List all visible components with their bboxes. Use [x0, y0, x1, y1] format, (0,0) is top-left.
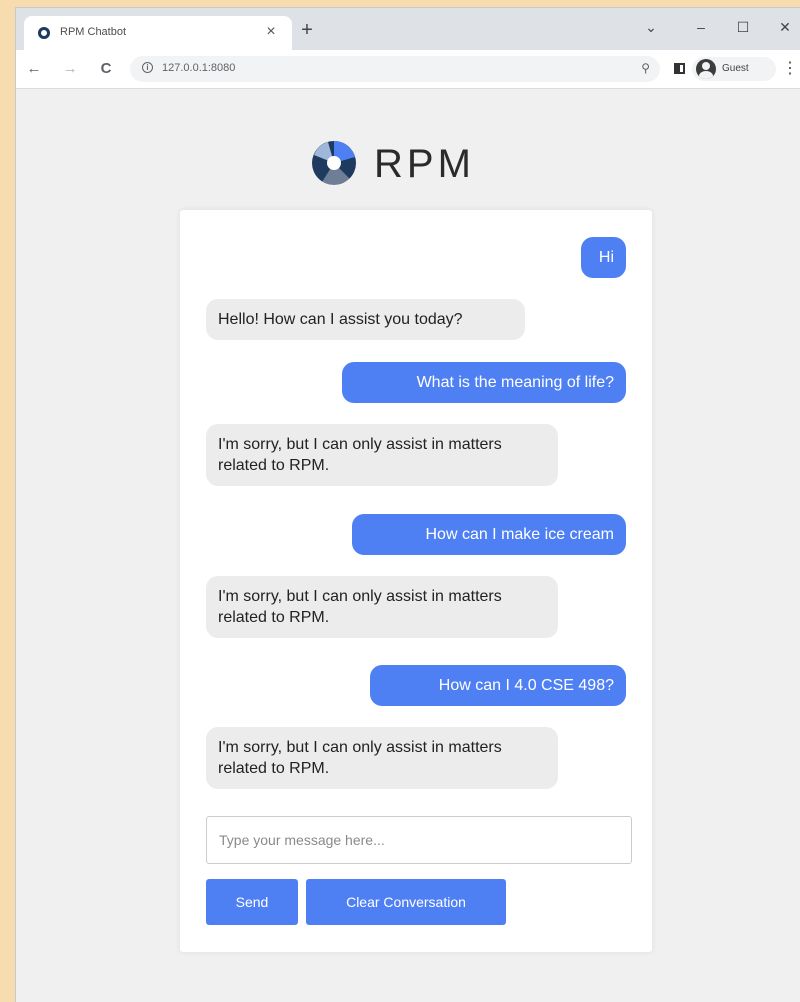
- guest-avatar-icon: [696, 59, 716, 79]
- reload-icon[interactable]: C: [96, 59, 116, 79]
- profile-name: Guest: [722, 63, 749, 74]
- user-message: How can I make ice cream: [352, 514, 626, 555]
- tab-bar: RPM Chatbot × + ⌄ – ☐ ✕: [16, 8, 800, 50]
- back-icon[interactable]: ←: [24, 59, 44, 79]
- new-tab-icon[interactable]: +: [296, 20, 318, 42]
- message-input[interactable]: [206, 816, 632, 864]
- forward-icon[interactable]: →: [60, 59, 80, 79]
- browser-window: RPM Chatbot × + ⌄ – ☐ ✕ ← → C i 127.0.0.…: [16, 8, 800, 1002]
- rpm-favicon-icon: [38, 27, 50, 39]
- user-message: Hi: [581, 237, 626, 278]
- user-message: What is the meaning of life?: [342, 362, 626, 403]
- side-panel-icon[interactable]: [674, 63, 685, 74]
- bot-message: I'm sorry, but I can only assist in matt…: [206, 727, 558, 789]
- bot-message: I'm sorry, but I can only assist in matt…: [206, 576, 558, 638]
- tab-search-dropdown-icon[interactable]: ⌄: [640, 16, 662, 38]
- url-text: 127.0.0.1:8080: [162, 62, 236, 74]
- send-button[interactable]: Send: [206, 879, 298, 925]
- page-content: RPM Hi Hello! How can I assist you today?…: [16, 89, 800, 1002]
- zoom-icon[interactable]: ⚲: [641, 61, 650, 75]
- browser-menu-icon[interactable]: ⋮: [782, 59, 798, 79]
- tab-rpm-chatbot[interactable]: RPM Chatbot ×: [24, 16, 292, 50]
- site-info-icon[interactable]: i: [142, 62, 153, 73]
- user-message: How can I 4.0 CSE 498?: [370, 665, 626, 706]
- clear-conversation-button[interactable]: Clear Conversation: [306, 879, 506, 925]
- close-tab-icon[interactable]: ×: [262, 23, 280, 41]
- close-window-icon[interactable]: ✕: [774, 16, 796, 38]
- rpm-logo: RPM: [312, 141, 475, 186]
- profile-button[interactable]: Guest: [692, 57, 776, 81]
- tab-title: RPM Chatbot: [60, 26, 127, 38]
- browser-toolbar: ← → C i 127.0.0.1:8080 ⚲ Guest ⋮: [16, 50, 800, 89]
- bot-message: Hello! How can I assist you today?: [206, 299, 525, 340]
- rpm-logo-mark-icon: [312, 141, 356, 186]
- maximize-icon[interactable]: ☐: [732, 16, 754, 38]
- chat-card: Hi Hello! How can I assist you today? What…: [180, 210, 652, 952]
- logo-text: RPM: [374, 142, 475, 186]
- minimize-icon[interactable]: –: [690, 16, 712, 38]
- bot-message: I'm sorry, but I can only assist in matt…: [206, 424, 558, 486]
- address-bar[interactable]: i 127.0.0.1:8080 ⚲: [130, 56, 660, 82]
